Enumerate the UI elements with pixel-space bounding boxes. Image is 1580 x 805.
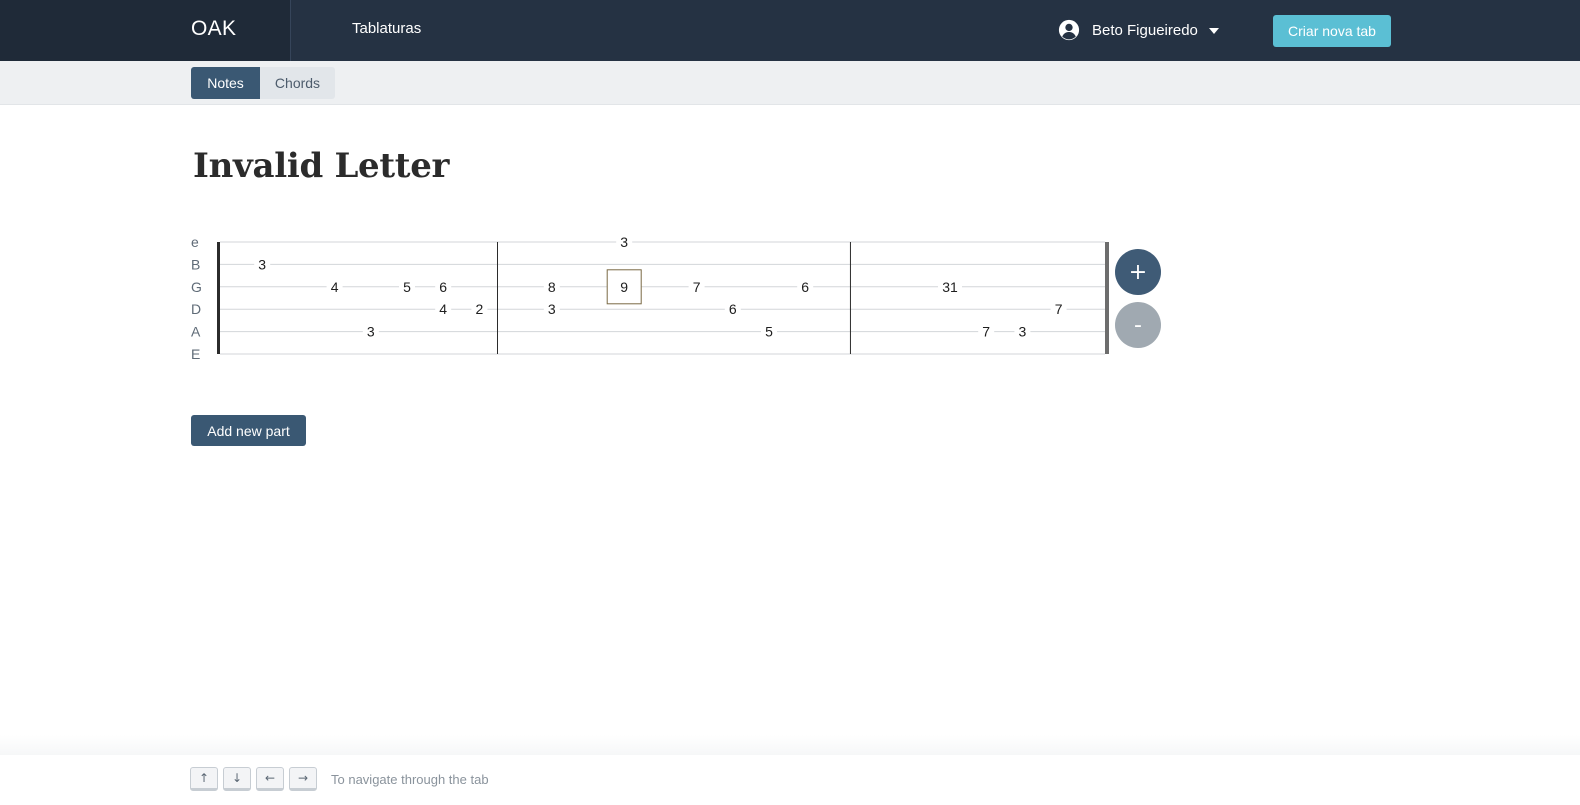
arrow-down-key-icon: ↓ bbox=[223, 767, 251, 791]
tab-end-bar bbox=[1105, 242, 1109, 354]
top-navbar: OAK Tablaturas Beto Figueiredo Criar nov… bbox=[0, 0, 1580, 61]
string-label: A bbox=[191, 324, 201, 340]
string-label: G bbox=[191, 279, 202, 295]
string-label: e bbox=[191, 234, 199, 250]
brand-logo[interactable]: OAK bbox=[191, 17, 236, 41]
caret-down-icon bbox=[1208, 28, 1219, 34]
tab-note[interactable]: 6 bbox=[439, 279, 447, 295]
nav-link-tablaturas[interactable]: Tablaturas bbox=[352, 20, 421, 37]
tab-chords[interactable]: Chords bbox=[260, 67, 335, 99]
tablature-staff[interactable]: eBGDAE 3 4 3 5 6 4 2 8 3 3 9 7 6 5 6 31 7 3 7 bbox=[0, 230, 1580, 370]
tab-note[interactable]: 6 bbox=[729, 301, 737, 317]
tab-notes[interactable]: Notes bbox=[191, 67, 260, 99]
user-circle-icon bbox=[1058, 19, 1080, 41]
tab-note[interactable]: 4 bbox=[439, 301, 447, 317]
mode-tabs-bar: Notes Chords bbox=[0, 61, 1580, 105]
tab-start-bar bbox=[217, 242, 220, 354]
tab-note[interactable]: 2 bbox=[476, 301, 484, 317]
tab-note[interactable]: 8 bbox=[548, 279, 556, 295]
tab-note[interactable]: 3 bbox=[1019, 324, 1027, 340]
user-menu[interactable]: Beto Figueiredo bbox=[1058, 18, 1219, 42]
tab-note[interactable]: 3 bbox=[367, 324, 375, 340]
page-title: Invalid Letter bbox=[193, 146, 450, 186]
arrow-up-key-icon: ↑ bbox=[190, 767, 218, 791]
string-label: D bbox=[191, 301, 201, 317]
keyboard-hint-footer: ↑ ↓ ← → To navigate through the tab bbox=[0, 755, 1580, 805]
navigation-hint: To navigate through the tab bbox=[331, 772, 489, 787]
zoom-in-button[interactable]: + bbox=[1115, 249, 1161, 295]
add-new-part-button[interactable]: Add new part bbox=[191, 415, 306, 446]
user-name: Beto Figueiredo bbox=[1092, 21, 1198, 39]
arrow-right-key-icon: → bbox=[289, 767, 317, 791]
string-label: E bbox=[191, 346, 200, 362]
tab-note[interactable]: 5 bbox=[403, 279, 411, 295]
tab-note[interactable]: 4 bbox=[331, 279, 339, 295]
tab-note[interactable]: 31 bbox=[942, 279, 958, 295]
arrow-left-key-icon: ← bbox=[256, 767, 284, 791]
tab-note[interactable]: 7 bbox=[982, 324, 990, 340]
tab-note[interactable]: 9 bbox=[620, 279, 628, 295]
brand-block: OAK bbox=[0, 0, 291, 61]
tab-note[interactable]: 5 bbox=[765, 324, 773, 340]
tab-note[interactable]: 7 bbox=[1055, 301, 1063, 317]
tab-note[interactable]: 7 bbox=[693, 279, 701, 295]
zoom-out-button[interactable]: - bbox=[1115, 302, 1161, 348]
tablature-editor[interactable]: e B G D A E 3 4 3 5 6 4 2 8 3 3 9 7 6 5 6 31 7 3 7 bbox=[0, 230, 1580, 370]
tab-note[interactable]: 3 bbox=[258, 256, 266, 272]
tab-note[interactable]: 6 bbox=[801, 279, 809, 295]
tab-note[interactable]: 3 bbox=[548, 301, 556, 317]
footer-shadow bbox=[0, 735, 1580, 755]
create-tab-button[interactable]: Criar nova tab bbox=[1273, 15, 1391, 47]
tab-note[interactable]: 3 bbox=[620, 234, 628, 250]
string-label: B bbox=[191, 256, 200, 272]
